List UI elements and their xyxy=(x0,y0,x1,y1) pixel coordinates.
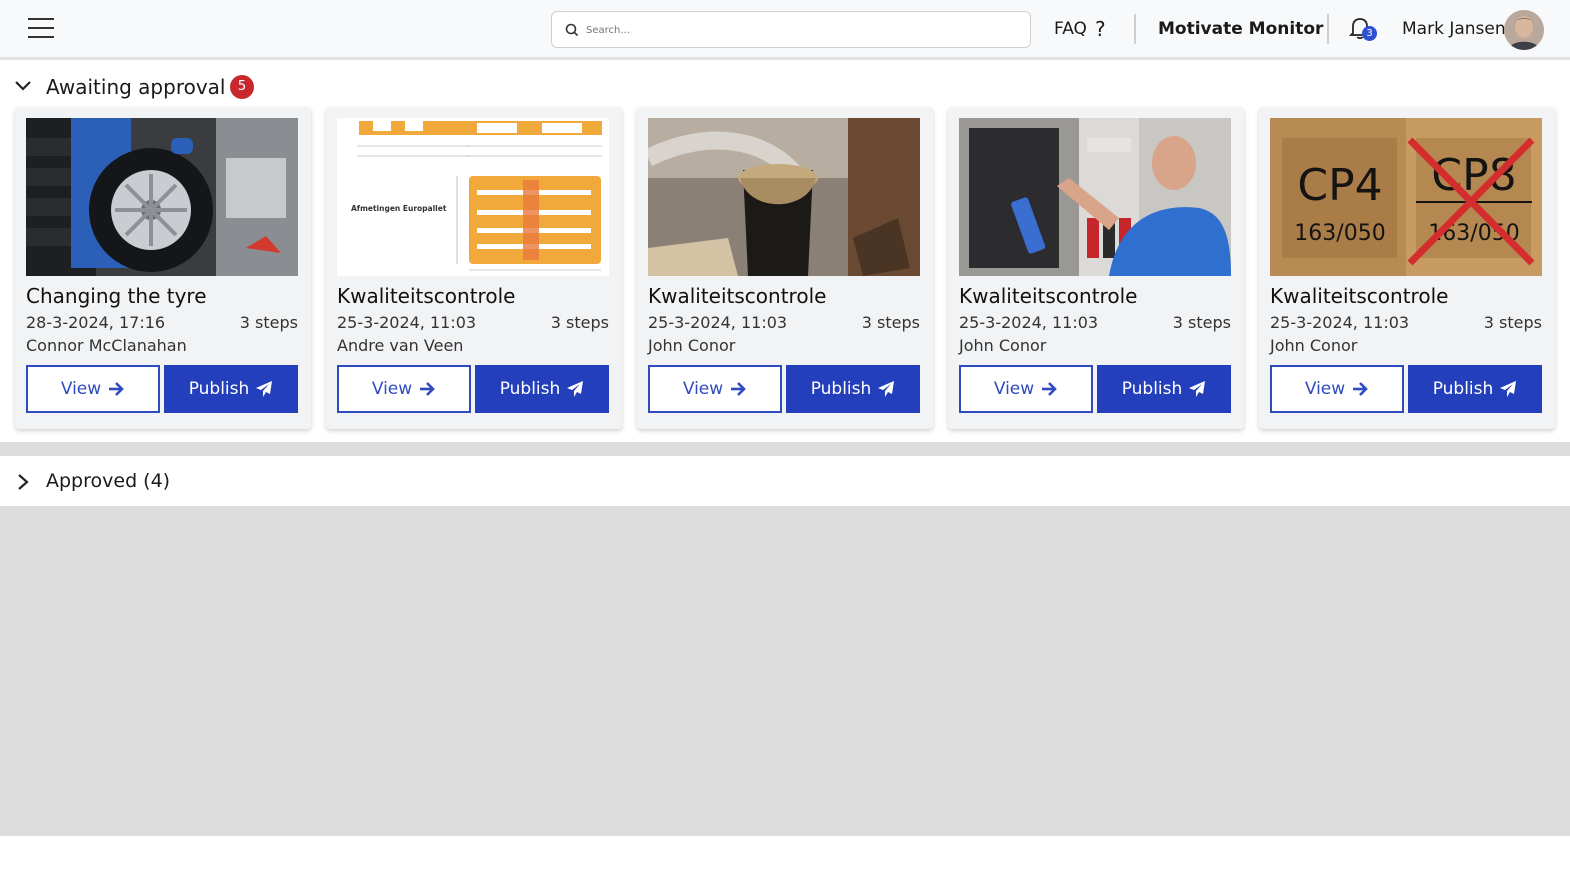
content-background xyxy=(0,506,1570,836)
card-title: Kwaliteitscontrole xyxy=(648,284,827,308)
card-thumbnail xyxy=(648,118,920,276)
arrow-right-icon xyxy=(420,382,436,396)
publish-label: Publish xyxy=(810,379,872,399)
user-name[interactable]: Mark Jansen xyxy=(1402,19,1506,39)
view-label: View xyxy=(60,379,102,399)
stamp-text: 163/050 xyxy=(1294,221,1385,246)
notifications-button[interactable]: 3 xyxy=(1348,16,1379,44)
card-title: Kwaliteitscontrole xyxy=(337,284,516,308)
chevron-right-icon[interactable] xyxy=(16,473,30,491)
card-steps: 3 steps xyxy=(1483,313,1542,332)
card-author: Connor McClanahan xyxy=(26,336,187,355)
brand-name: Motivate Monitor xyxy=(1158,19,1324,39)
publish-label: Publish xyxy=(1432,379,1494,399)
publish-label: Publish xyxy=(1121,379,1183,399)
search-input[interactable] xyxy=(586,18,1016,42)
card-author: Andre van Veen xyxy=(337,336,464,355)
card-author: John Conor xyxy=(1270,336,1358,355)
card-title: Kwaliteitscontrole xyxy=(1270,284,1449,308)
view-button[interactable]: View xyxy=(337,365,471,413)
question-mark-icon: ? xyxy=(1094,17,1106,41)
notification-count-badge: 3 xyxy=(1362,26,1377,41)
approved-title[interactable]: Approved (4) xyxy=(46,470,170,492)
card-title: Changing the tyre xyxy=(26,284,207,308)
card-steps: 3 steps xyxy=(239,313,298,332)
faq-link[interactable]: FAQ ? xyxy=(1054,19,1106,39)
workflow-card: CP4 163/050 CP8 163/050 Kwaliteitscontro… xyxy=(1259,107,1555,429)
publish-button[interactable]: Publish xyxy=(1408,365,1542,413)
card-thumbnail xyxy=(26,118,298,276)
card-thumbnail: CP4 163/050 CP8 163/050 xyxy=(1270,118,1542,276)
hamburger-menu-icon[interactable] xyxy=(28,18,54,40)
arrow-right-icon xyxy=(731,382,747,396)
top-bar: FAQ ? Motivate Monitor 3 Mark Jansen xyxy=(0,0,1570,60)
section-separator xyxy=(0,442,1570,456)
workflow-card: Kwaliteitscontrole 25-3-2024, 11:03 3 st… xyxy=(948,107,1244,429)
publish-button[interactable]: Publish xyxy=(786,365,920,413)
card-steps: 3 steps xyxy=(550,313,609,332)
search-icon xyxy=(565,23,579,37)
awaiting-count-badge: 5 xyxy=(230,75,254,99)
view-button[interactable]: View xyxy=(1270,365,1404,413)
paper-plane-icon xyxy=(1189,381,1206,397)
awaiting-approval-header[interactable]: Awaiting approval 5 xyxy=(0,63,1570,107)
faq-label: FAQ xyxy=(1054,19,1087,39)
card-thumbnail: Afmetingen Europallet xyxy=(337,118,609,276)
view-button[interactable]: View xyxy=(26,365,160,413)
paper-plane-icon xyxy=(878,381,895,397)
stamp-text: CP4 xyxy=(1297,160,1382,211)
divider xyxy=(1134,14,1136,44)
card-author: John Conor xyxy=(959,336,1047,355)
paper-plane-icon xyxy=(567,381,584,397)
diagram-caption: Afmetingen Europallet xyxy=(351,204,447,213)
card-date: 28-3-2024, 17:16 xyxy=(26,313,166,332)
view-label: View xyxy=(993,379,1035,399)
paper-plane-icon xyxy=(1500,381,1517,397)
section-title: Awaiting approval xyxy=(46,75,226,99)
workflow-card: Afmetingen Europallet Kwaliteitscontrole… xyxy=(326,107,622,429)
card-date: 25-3-2024, 11:03 xyxy=(1270,313,1410,332)
paper-plane-icon xyxy=(256,381,273,397)
publish-button[interactable]: Publish xyxy=(475,365,609,413)
view-button[interactable]: View xyxy=(648,365,782,413)
workflow-card: Kwaliteitscontrole 25-3-2024, 11:03 3 st… xyxy=(637,107,933,429)
view-label: View xyxy=(1304,379,1346,399)
publish-label: Publish xyxy=(499,379,561,399)
publish-button[interactable]: Publish xyxy=(164,365,298,413)
card-author: John Conor xyxy=(648,336,736,355)
card-steps: 3 steps xyxy=(1172,313,1231,332)
workflow-card: Changing the tyre 28-3-2024, 17:16 3 ste… xyxy=(15,107,311,429)
cards-list: Changing the tyre 28-3-2024, 17:16 3 ste… xyxy=(0,107,1570,442)
arrow-right-icon xyxy=(1353,382,1369,396)
approved-section-header[interactable]: Approved (4) xyxy=(0,456,1570,506)
search-box[interactable] xyxy=(551,11,1031,48)
avatar[interactable] xyxy=(1504,10,1544,50)
publish-label: Publish xyxy=(188,379,250,399)
arrow-right-icon xyxy=(109,382,125,396)
chevron-down-icon[interactable] xyxy=(14,79,32,93)
card-steps: 3 steps xyxy=(861,313,920,332)
card-date: 25-3-2024, 11:03 xyxy=(648,313,788,332)
card-date: 25-3-2024, 11:03 xyxy=(959,313,1099,332)
card-title: Kwaliteitscontrole xyxy=(959,284,1138,308)
card-thumbnail xyxy=(959,118,1231,276)
arrow-right-icon xyxy=(1042,382,1058,396)
view-button[interactable]: View xyxy=(959,365,1093,413)
publish-button[interactable]: Publish xyxy=(1097,365,1231,413)
view-label: View xyxy=(371,379,413,399)
divider xyxy=(1327,14,1329,44)
card-date: 25-3-2024, 11:03 xyxy=(337,313,477,332)
view-label: View xyxy=(682,379,724,399)
